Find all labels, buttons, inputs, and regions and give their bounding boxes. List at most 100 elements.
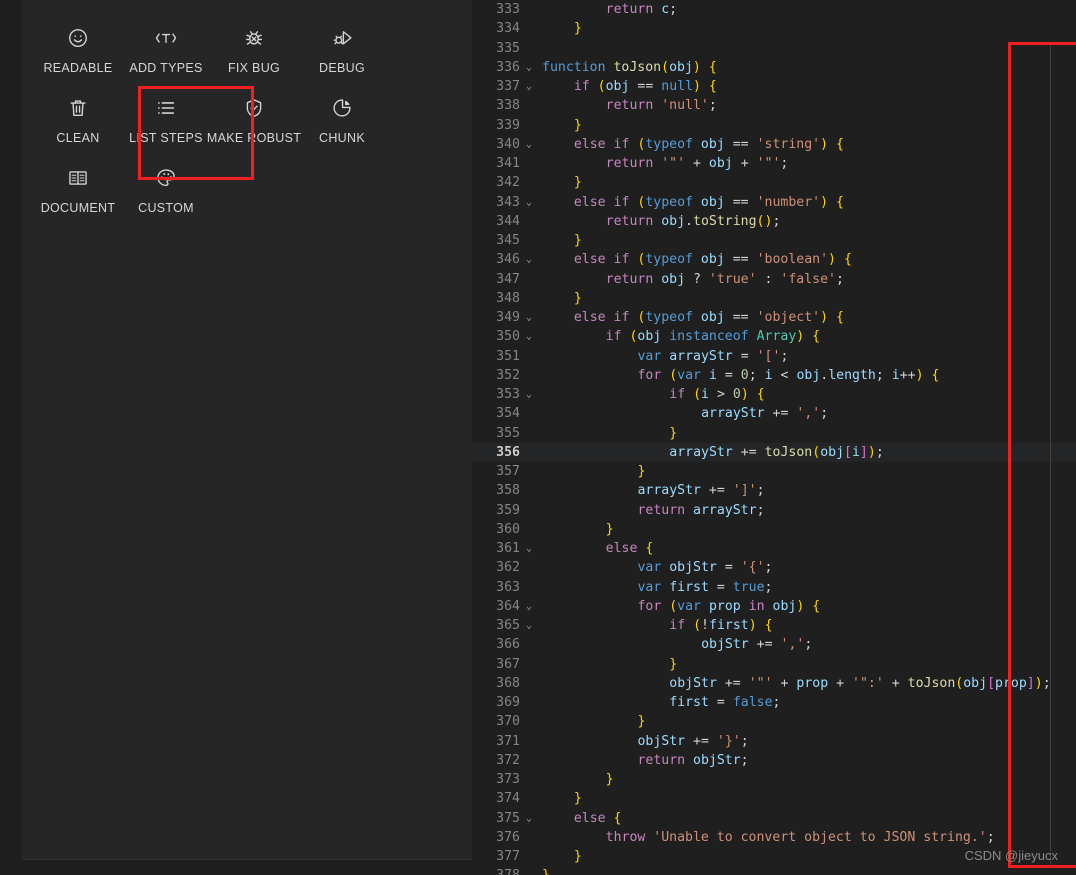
code-text[interactable]: } [536,19,1076,38]
code-text[interactable]: if (obj == null) { [536,77,1076,96]
code-line[interactable]: 335 [472,39,1076,58]
code-line[interactable]: 367 } [472,655,1076,674]
code-line[interactable]: 349 ⌄ else if (typeof obj == 'object') { [472,308,1076,327]
code-line[interactable]: 351 var arrayStr = '['; [472,347,1076,366]
code-line[interactable]: 336 ⌄ function toJson(obj) { [472,58,1076,77]
code-line[interactable]: 374 } [472,789,1076,808]
action-list-steps[interactable]: LIST STEPS [122,86,210,156]
action-add-types[interactable]: ADD TYPES [122,16,210,86]
code-line[interactable]: 354 arrayStr += ','; [472,404,1076,423]
chevron-down-icon[interactable]: ⌄ [522,58,536,77]
action-document[interactable]: DOCUMENT [34,156,122,226]
code-editor[interactable]: 333 return c; 334 } 335 336 ⌄ function toJso… [472,0,1076,875]
action-clean[interactable]: CLEAN [34,86,122,156]
code-text[interactable]: return obj.toString(); [536,212,1076,231]
code-line[interactable]: 346 ⌄ else if (typeof obj == 'boolean') { [472,250,1076,269]
chevron-down-icon[interactable]: ⌄ [522,135,536,154]
code-text[interactable]: } [536,520,1076,539]
code-line[interactable]: 375 ⌄ else { [472,809,1076,828]
code-line[interactable]: 338 return 'null'; [472,96,1076,115]
code-line[interactable]: 361 ⌄ else { [472,539,1076,558]
code-line[interactable]: 362 var objStr = '{'; [472,558,1076,577]
code-line[interactable]: 366 objStr += ','; [472,635,1076,654]
action-readable[interactable]: READABLE [34,16,122,86]
code-line[interactable]: 360 } [472,520,1076,539]
code-line[interactable]: 371 objStr += '}'; [472,732,1076,751]
code-line[interactable]: 368 objStr += '"' + prop + '":' + toJson… [472,674,1076,693]
code-line[interactable]: 350 ⌄ if (obj instanceof Array) { [472,327,1076,346]
code-text[interactable]: else if (typeof obj == 'object') { [536,308,1076,327]
code-line[interactable]: 340 ⌄ else if (typeof obj == 'string') { [472,135,1076,154]
code-text[interactable]: } [536,173,1076,192]
chevron-down-icon[interactable]: ⌄ [522,327,536,346]
code-line[interactable]: 357 } [472,462,1076,481]
code-line[interactable]: 343 ⌄ else if (typeof obj == 'number') { [472,193,1076,212]
chevron-down-icon[interactable]: ⌄ [522,308,536,327]
chevron-down-icon[interactable]: ⌄ [522,809,536,828]
action-fix-bug[interactable]: FIX BUG [210,16,298,86]
code-text[interactable]: return obj ? 'true' : 'false'; [536,270,1076,289]
code-line[interactable]: 334 } [472,19,1076,38]
code-text[interactable]: if (!first) { [536,616,1076,635]
code-text[interactable]: else { [536,539,1076,558]
code-line[interactable]: 376 throw 'Unable to convert object to J… [472,828,1076,847]
code-text[interactable]: return 'null'; [536,96,1076,115]
code-text[interactable]: arrayStr += toJson(obj[i]); [536,443,1076,462]
code-line[interactable]: 369 first = false; [472,693,1076,712]
code-text[interactable]: else if (typeof obj == 'string') { [536,135,1076,154]
code-text[interactable]: } [536,655,1076,674]
chevron-down-icon[interactable]: ⌄ [522,385,536,404]
chevron-down-icon[interactable]: ⌄ [522,616,536,635]
code-line[interactable]: 359 return arrayStr; [472,501,1076,520]
code-text[interactable]: else if (typeof obj == 'boolean') { [536,250,1076,269]
chevron-down-icon[interactable]: ⌄ [522,193,536,212]
code-text[interactable]: var first = true; [536,578,1076,597]
code-line[interactable]: 378} [472,866,1076,875]
code-text[interactable]: var objStr = '{'; [536,558,1076,577]
code-line[interactable]: 333 return c; [472,0,1076,19]
code-text[interactable]: } [536,424,1076,443]
code-text[interactable]: for (var i = 0; i < obj.length; i++) { [536,366,1076,385]
code-text[interactable]: for (var prop in obj) { [536,597,1076,616]
chevron-down-icon[interactable]: ⌄ [522,539,536,558]
code-line[interactable]: 355 } [472,424,1076,443]
code-text[interactable]: } [536,462,1076,481]
code-text[interactable]: arrayStr += ','; [536,404,1076,423]
action-make-robust[interactable]: MAKE ROBUST [207,86,301,156]
code-text[interactable]: function toJson(obj) { [536,58,1076,77]
code-text[interactable]: objStr += '"' + prop + '":' + toJson(obj… [536,674,1076,693]
code-line[interactable]: 364 ⌄ for (var prop in obj) { [472,597,1076,616]
code-text[interactable]: return objStr; [536,751,1076,770]
code-line[interactable]: 373 } [472,770,1076,789]
code-text[interactable]: } [536,712,1076,731]
code-text[interactable] [536,39,1076,58]
chevron-down-icon[interactable]: ⌄ [522,597,536,616]
code-line[interactable]: 358 arrayStr += ']'; [472,481,1076,500]
code-line[interactable]: 342 } [472,173,1076,192]
code-text[interactable]: } [536,866,1076,875]
code-text[interactable]: return '"' + obj + '"'; [536,154,1076,173]
code-text[interactable]: throw 'Unable to convert object to JSON … [536,828,1076,847]
code-lines-container[interactable]: 333 return c; 334 } 335 336 ⌄ function toJso… [472,0,1076,875]
action-debug[interactable]: DEBUG [298,16,386,86]
code-text[interactable]: } [536,770,1076,789]
code-line[interactable]: 352 for (var i = 0; i < obj.length; i++)… [472,366,1076,385]
code-line[interactable]: 344 return obj.toString(); [472,212,1076,231]
action-chunk[interactable]: CHUNK [298,86,386,156]
code-text[interactable]: } [536,789,1076,808]
code-text[interactable]: objStr += ','; [536,635,1076,654]
code-line[interactable]: 339 } [472,116,1076,135]
chevron-down-icon[interactable]: ⌄ [522,77,536,96]
code-line[interactable]: 363 var first = true; [472,578,1076,597]
code-text[interactable]: } [536,116,1076,135]
code-text[interactable]: } [536,231,1076,250]
code-text[interactable]: else if (typeof obj == 'number') { [536,193,1076,212]
code-text[interactable]: else { [536,809,1076,828]
code-line[interactable]: 365 ⌄ if (!first) { [472,616,1076,635]
code-text[interactable]: arrayStr += ']'; [536,481,1076,500]
code-line[interactable]: 353 ⌄ if (i > 0) { [472,385,1076,404]
code-text[interactable]: objStr += '}'; [536,732,1076,751]
code-text[interactable]: var arrayStr = '['; [536,347,1076,366]
code-text[interactable]: if (i > 0) { [536,385,1076,404]
code-line[interactable]: 345 } [472,231,1076,250]
